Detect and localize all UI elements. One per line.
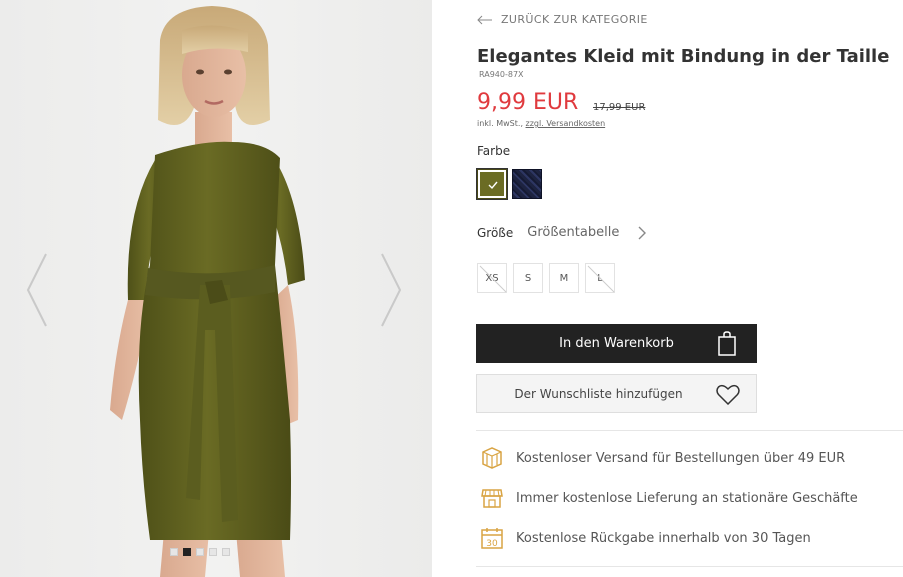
size-option-s[interactable]: S — [513, 263, 543, 293]
store-icon — [481, 489, 503, 508]
gallery-dot[interactable] — [170, 548, 178, 556]
size-options: XS S M L — [477, 263, 615, 293]
benefit-text: Kostenloser Versand für Bestellungen übe… — [516, 450, 846, 466]
size-option-label: S — [524, 272, 532, 284]
shipping-costs-link[interactable]: zzgl. Versandkosten — [526, 119, 606, 128]
prev-image-arrow[interactable] — [22, 250, 52, 330]
size-option-l[interactable]: L — [585, 263, 615, 293]
size-option-xs[interactable]: XS — [477, 263, 507, 293]
unavailable-strike-icon — [479, 265, 507, 293]
old-price: 17,99 EUR — [593, 102, 646, 113]
gallery-pagination — [170, 548, 230, 556]
size-label: Größe — [477, 225, 514, 240]
benefit-text: Kostenlose Rückgabe innerhalb von 30 Tag… — [516, 530, 811, 546]
unavailable-strike-icon — [587, 265, 615, 293]
shipping-box-icon — [482, 447, 502, 469]
color-swatch-olive[interactable] — [476, 168, 508, 200]
product-title: Elegantes Kleid mit Bindung in der Taill… — [477, 46, 890, 67]
benefit-text: Immer kostenlose Lieferung an stationäre… — [516, 490, 858, 506]
color-swatch-navy[interactable] — [512, 169, 542, 199]
heart-icon — [716, 384, 740, 405]
add-to-wishlist-button[interactable]: Der Wunschliste hinzufügen — [476, 374, 757, 413]
gallery-dot[interactable] — [222, 548, 230, 556]
checkmark-icon — [488, 181, 498, 190]
benefit-free-returns: 30 Kostenlose Rückgabe innerhalb von 30 … — [480, 526, 811, 550]
product-sku: RA940-87X — [479, 70, 524, 79]
arrow-left-icon — [477, 15, 492, 24]
gallery-dot[interactable] — [196, 548, 204, 556]
divider — [476, 566, 903, 567]
size-row: Größe Größentabelle — [477, 225, 647, 240]
gallery-dot[interactable] — [209, 548, 217, 556]
benefit-free-shipping: Kostenloser Versand für Bestellungen übe… — [480, 446, 845, 470]
chevron-right-icon[interactable] — [637, 226, 647, 240]
benefit-store-delivery: Immer kostenlose Lieferung an stationäre… — [480, 486, 858, 510]
size-chart-link[interactable]: Größentabelle — [527, 225, 619, 240]
size-option-m[interactable]: M — [549, 263, 579, 293]
size-option-label: M — [559, 272, 569, 284]
product-photo — [110, 6, 305, 577]
wishlist-label: Der Wunschliste hinzufügen — [514, 386, 683, 401]
shopping-bag-icon — [718, 331, 736, 356]
current-price: 9,99 EUR — [477, 90, 579, 115]
product-details-panel: ZURÜCK ZUR KATEGORIE Elegantes Kleid mit… — [432, 0, 903, 577]
svg-text:30: 30 — [486, 539, 498, 549]
back-to-category-link[interactable]: ZURÜCK ZUR KATEGORIE — [477, 13, 648, 26]
calendar-30-icon: 30 — [481, 528, 503, 549]
color-swatches — [476, 168, 542, 200]
tax-prefix: inkl. MwSt., — [477, 119, 526, 128]
add-to-cart-button[interactable]: In den Warenkorb — [476, 324, 757, 363]
gallery-dot[interactable] — [183, 548, 191, 556]
tax-info: inkl. MwSt., zzgl. Versandkosten — [477, 119, 605, 128]
product-image-gallery — [0, 0, 432, 577]
back-link-label: ZURÜCK ZUR KATEGORIE — [501, 13, 648, 26]
divider — [476, 430, 903, 431]
color-label: Farbe — [477, 144, 511, 158]
next-image-arrow[interactable] — [376, 250, 406, 330]
add-to-cart-label: In den Warenkorb — [559, 336, 674, 351]
